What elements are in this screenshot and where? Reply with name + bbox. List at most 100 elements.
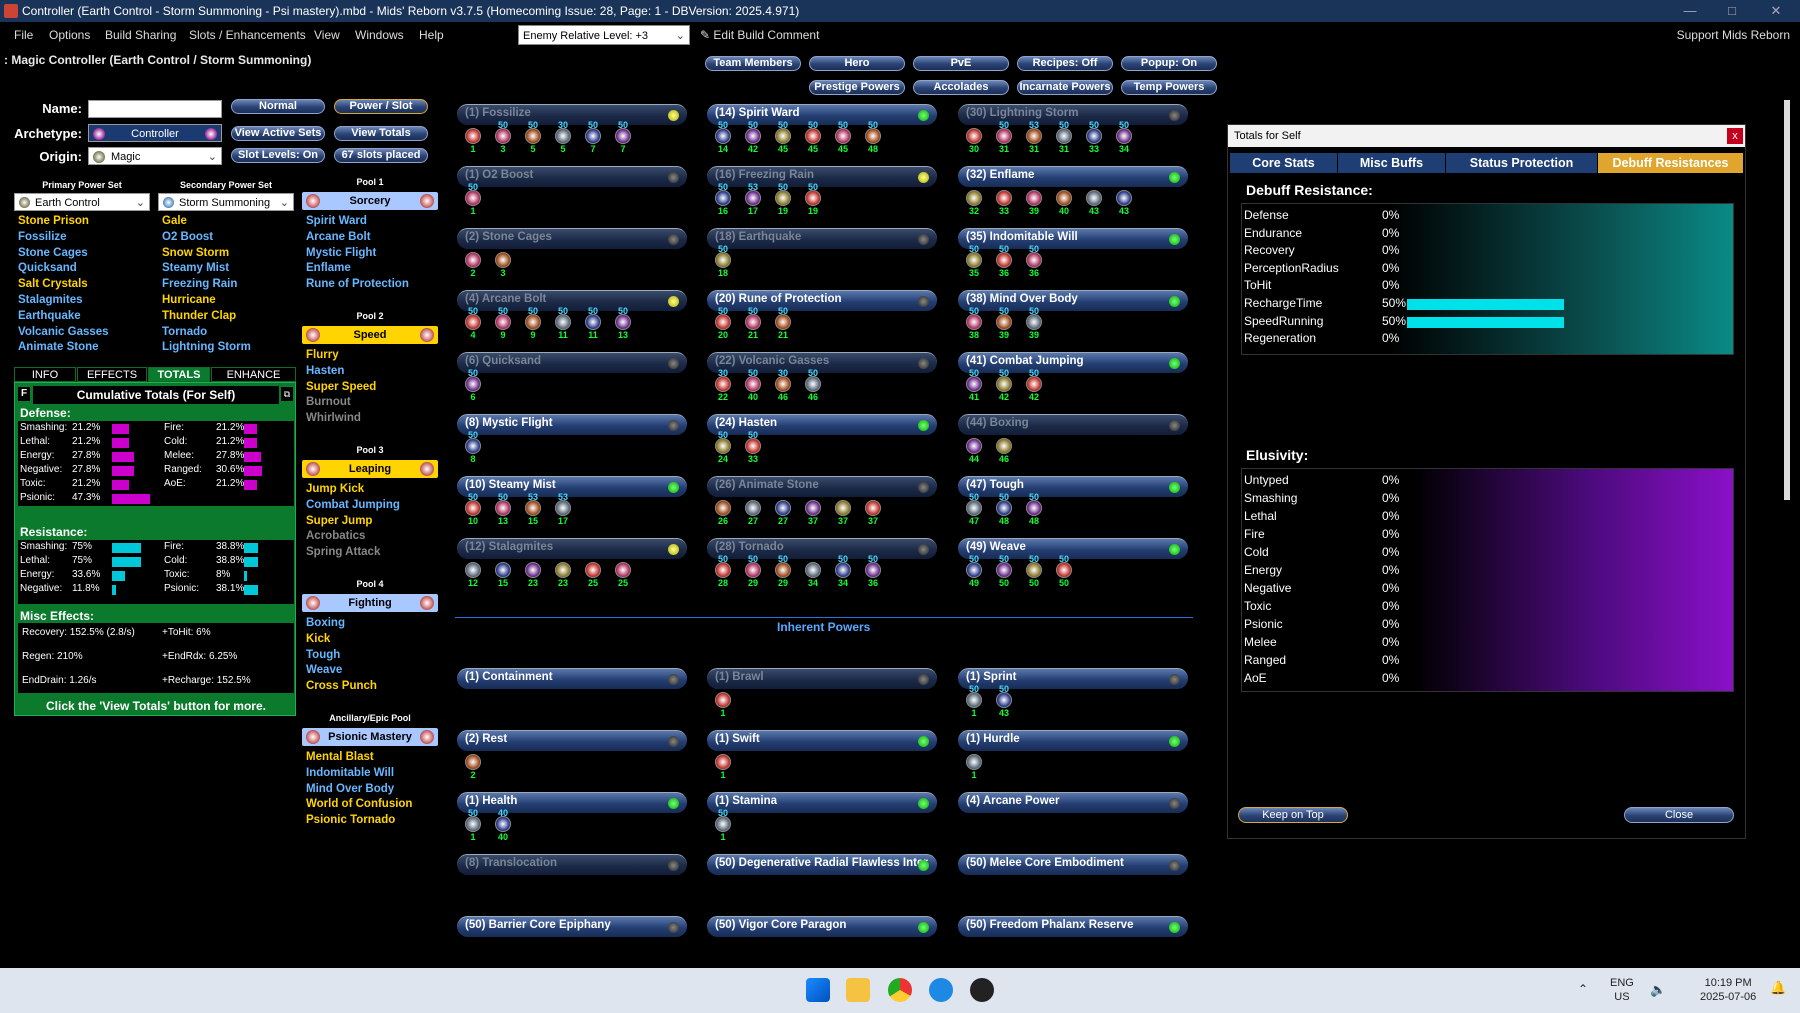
enhancement-slot[interactable] (805, 190, 821, 206)
chrome-icon[interactable] (888, 978, 912, 1002)
enhancement-slot[interactable] (525, 500, 541, 516)
tab-misc-buffs[interactable]: Misc Buffs (1338, 153, 1445, 173)
power-toggle-indicator[interactable] (668, 736, 679, 747)
power-tube[interactable]: (2) Stone Cages (457, 228, 687, 249)
power-tube[interactable]: (20) Rune of Protection (707, 290, 937, 311)
enhancement-slot[interactable] (745, 128, 761, 144)
enhancement-slot[interactable] (835, 500, 851, 516)
power-toggle-indicator[interactable] (1169, 482, 1180, 493)
enhancement-slot[interactable] (495, 314, 511, 330)
enhancement-slot[interactable] (745, 500, 761, 516)
power-toggle-indicator[interactable] (1169, 674, 1180, 685)
enhancement-slot[interactable] (615, 562, 631, 578)
close-icon[interactable]: ✕ (1756, 0, 1796, 22)
enhancement-slot[interactable] (715, 190, 731, 206)
enhancement-slot[interactable] (715, 376, 731, 392)
chevron-up-icon[interactable]: ⌃ (1578, 982, 1588, 996)
power-toggle-indicator[interactable] (918, 420, 929, 431)
power-tube[interactable]: (32) Enflame (958, 166, 1188, 187)
maximize-icon[interactable]: □ (1712, 0, 1752, 22)
power-toggle-indicator[interactable] (1169, 922, 1180, 933)
enhancement-slot[interactable] (966, 438, 982, 454)
enhancement-slot[interactable] (1086, 128, 1102, 144)
tab-core-stats[interactable]: Core Stats (1230, 153, 1337, 173)
enhancement-slot[interactable] (745, 190, 761, 206)
power-tube[interactable]: (1) Sprint (958, 668, 1188, 689)
power-tube[interactable]: (50) Barrier Core Epiphany (457, 916, 687, 937)
enhancement-slot[interactable] (1116, 190, 1132, 206)
enhancement-slot[interactable] (996, 190, 1012, 206)
enhancement-slot[interactable] (555, 562, 571, 578)
power-toggle-indicator[interactable] (668, 482, 679, 493)
power-toggle-indicator[interactable] (918, 674, 929, 685)
notification-icon[interactable]: 🔔 (1770, 980, 1786, 996)
power-tube[interactable]: (12) Stalagmites (457, 538, 687, 559)
enhancement-slot[interactable] (996, 438, 1012, 454)
enhancement-slot[interactable] (715, 438, 731, 454)
enhancement-slot[interactable] (555, 128, 571, 144)
power-tube[interactable]: (38) Mind Over Body (958, 290, 1188, 311)
power-toggle-indicator[interactable] (1169, 736, 1180, 747)
enhancement-slot[interactable] (805, 500, 821, 516)
power-tube[interactable]: (4) Arcane Power (958, 792, 1188, 813)
power-toggle-indicator[interactable] (1169, 798, 1180, 809)
enhancement-slot[interactable] (495, 562, 511, 578)
enhancement-slot[interactable] (715, 128, 731, 144)
power-toggle-indicator[interactable] (918, 482, 929, 493)
language-indicator[interactable]: ENG US (1610, 976, 1634, 1004)
enhancement-slot[interactable] (805, 376, 821, 392)
power-tube[interactable]: (8) Mystic Flight (457, 414, 687, 435)
power-toggle-indicator[interactable] (918, 860, 929, 871)
power-toggle-indicator[interactable] (668, 420, 679, 431)
enhancement-slot[interactable] (1026, 500, 1042, 516)
enhancement-slot[interactable] (1026, 562, 1042, 578)
enhancement-slot[interactable] (996, 562, 1012, 578)
enhancement-slot[interactable] (495, 816, 511, 832)
power-toggle-indicator[interactable] (668, 544, 679, 555)
enhancement-slot[interactable] (715, 562, 731, 578)
power-toggle-indicator[interactable] (918, 736, 929, 747)
power-toggle-indicator[interactable] (1169, 420, 1180, 431)
keep-on-top-button[interactable]: Keep on Top (1238, 807, 1348, 823)
power-toggle-indicator[interactable] (918, 234, 929, 245)
enhancement-slot[interactable] (745, 438, 761, 454)
power-toggle-indicator[interactable] (1169, 296, 1180, 307)
power-toggle-indicator[interactable] (668, 172, 679, 183)
power-toggle-indicator[interactable] (668, 234, 679, 245)
enhancement-slot[interactable] (966, 376, 982, 392)
enhancement-slot[interactable] (465, 376, 481, 392)
enhancement-slot[interactable] (465, 314, 481, 330)
power-toggle-indicator[interactable] (1169, 358, 1180, 369)
enhancement-slot[interactable] (615, 128, 631, 144)
enhancement-slot[interactable] (465, 816, 481, 832)
enhancement-slot[interactable] (465, 754, 481, 770)
enhancement-slot[interactable] (966, 692, 982, 708)
enhancement-slot[interactable] (966, 190, 982, 206)
enhancement-slot[interactable] (615, 314, 631, 330)
power-toggle-indicator[interactable] (668, 110, 679, 121)
enhancement-slot[interactable] (715, 692, 731, 708)
power-tube[interactable]: (50) Freedom Phalanx Reserve (958, 916, 1188, 937)
power-toggle-indicator[interactable] (1169, 234, 1180, 245)
enhancement-slot[interactable] (585, 562, 601, 578)
enhancement-slot[interactable] (1056, 562, 1072, 578)
power-tube[interactable]: (50) Vigor Core Paragon (707, 916, 937, 937)
power-tube[interactable]: (1) Health (457, 792, 687, 813)
power-toggle-indicator[interactable] (918, 110, 929, 121)
power-tube[interactable]: (50) Melee Core Embodiment (958, 854, 1188, 875)
enhancement-slot[interactable] (1026, 190, 1042, 206)
enhancement-slot[interactable] (465, 128, 481, 144)
enhancement-slot[interactable] (1056, 190, 1072, 206)
enhancement-slot[interactable] (996, 252, 1012, 268)
power-tube[interactable]: (1) Containment (457, 668, 687, 689)
enhancement-slot[interactable] (715, 314, 731, 330)
enhancement-slot[interactable] (805, 562, 821, 578)
close-button[interactable]: Close (1624, 807, 1734, 823)
enhancement-slot[interactable] (865, 128, 881, 144)
power-tube[interactable]: (1) Brawl (707, 668, 937, 689)
enhancement-slot[interactable] (865, 562, 881, 578)
enhancement-slot[interactable] (555, 500, 571, 516)
enhancement-slot[interactable] (465, 562, 481, 578)
power-toggle-indicator[interactable] (668, 798, 679, 809)
power-tube[interactable]: (47) Tough (958, 476, 1188, 497)
